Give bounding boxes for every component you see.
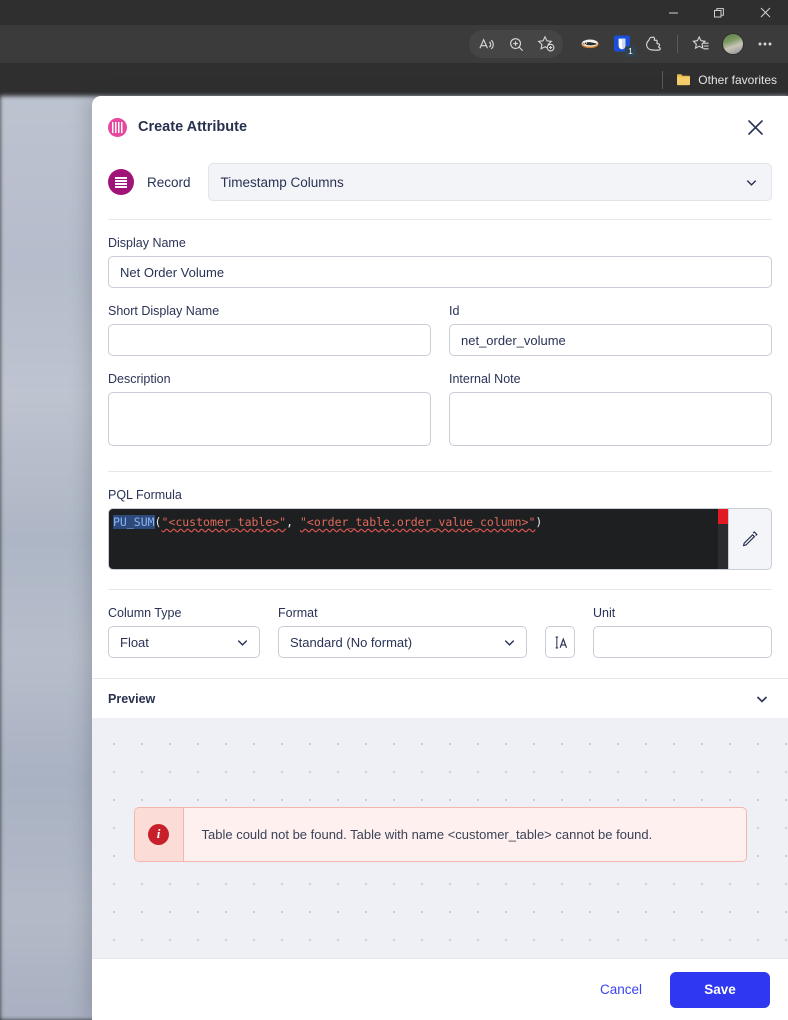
dialog-footer: Cancel Save (92, 958, 788, 1020)
browser-window: 1 Other favorites Create Attribute Recor… (0, 0, 788, 1020)
title-bar (0, 0, 788, 25)
dialog-title: Create Attribute (138, 119, 248, 135)
column-type-label: Column Type (108, 606, 182, 620)
error-message: Table could not be found. Table with nam… (201, 826, 653, 842)
close-button[interactable] (742, 0, 788, 25)
pql-token-comma: , (286, 515, 300, 529)
folder-icon (677, 74, 691, 86)
pql-formula-editor[interactable]: PU_SUM("<customer_table>", "<order_table… (108, 508, 728, 570)
short-display-name-input[interactable] (108, 324, 431, 356)
browser-essentials-icon[interactable] (639, 30, 669, 58)
edit-formula-button[interactable] (728, 508, 772, 570)
dialog-body: Create Attribute Record Timestamp Column… (92, 96, 788, 958)
column-type-group: Column Type Float (108, 590, 260, 658)
editor-scrollbar[interactable] (718, 509, 728, 569)
internal-note-textarea[interactable] (449, 392, 772, 446)
format-select[interactable]: Standard (No format) (278, 626, 527, 658)
browser-toolbar: 1 (0, 25, 788, 63)
preview-error-card: i Table could not be found. Table with n… (133, 806, 747, 862)
toolbar-divider (677, 35, 678, 53)
save-button[interactable]: Save (670, 971, 770, 1008)
pql-code-line: PU_SUM("<customer_table>", "<order_table… (109, 509, 728, 531)
column-type-select[interactable]: Float (108, 626, 260, 658)
display-name-label: Display Name (108, 236, 186, 250)
close-dialog-button[interactable] (740, 112, 770, 142)
zoom-icon[interactable] (501, 30, 531, 58)
favorites-icon[interactable] (686, 30, 716, 58)
attribute-form: Display Name Short Display Name Id Descr… (92, 220, 788, 658)
description-textarea[interactable] (108, 392, 431, 446)
short-display-name-label: Short Display Name (108, 304, 220, 318)
close-icon (747, 119, 763, 135)
unit-input[interactable] (593, 626, 772, 658)
preview-section-header[interactable]: Preview (92, 678, 788, 718)
pql-token-function: PU_SUM (113, 515, 155, 529)
unit-label: Unit (593, 606, 616, 620)
preview-label: Preview (108, 691, 156, 706)
pql-token-arg2: "<order_table.order_value_column>" (299, 515, 536, 529)
id-label: Id (449, 304, 460, 318)
record-row: Record Timestamp Columns (92, 146, 788, 201)
text-format-button[interactable] (545, 626, 575, 658)
profile-avatar[interactable] (718, 30, 748, 58)
editor-error-marker[interactable] (718, 509, 728, 524)
attribute-icon (108, 117, 127, 137)
settings-and-more-icon[interactable] (750, 30, 780, 58)
name-id-row: Short Display Name Id (108, 288, 772, 356)
favorites-divider (662, 70, 664, 89)
other-favorites-label: Other favorites (698, 72, 777, 87)
record-select[interactable]: Timestamp Columns (207, 163, 772, 201)
display-name-input[interactable] (108, 256, 772, 288)
add-favorite-icon[interactable] (531, 30, 561, 58)
read-aloud-icon[interactable] (471, 30, 501, 58)
cancel-button[interactable]: Cancel (590, 974, 652, 1005)
pql-formula-label: PQL Formula (108, 488, 182, 502)
formula-divider (108, 471, 772, 472)
format-group: Format Standard (No format) (278, 590, 527, 658)
chevron-down-icon (237, 639, 248, 646)
extension-blue-icon[interactable]: 1 (607, 30, 637, 58)
extension-badge-count: 1 (625, 46, 636, 57)
chevron-down-icon (756, 695, 768, 703)
pql-token-close-paren: ) (535, 515, 543, 529)
other-favorites-folder[interactable]: Other favorites (671, 70, 782, 90)
internal-note-label: Internal Note (449, 372, 521, 386)
format-label: Format (278, 606, 318, 620)
description-note-row: Description Internal Note (108, 356, 772, 451)
text-cursor-icon (555, 636, 567, 648)
pql-editor-wrapper: PU_SUM("<customer_table>", "<order_table… (108, 508, 772, 570)
chevron-down-icon (746, 179, 757, 186)
format-value: Standard (No format) (290, 634, 413, 650)
info-error-icon: i (148, 823, 169, 845)
unit-group: Unit (593, 590, 772, 658)
column-type-value: Float (120, 634, 149, 650)
create-attribute-dialog: Create Attribute Record Timestamp Column… (92, 96, 788, 1020)
id-input[interactable] (449, 324, 772, 356)
extension-badger-icon[interactable] (575, 30, 605, 58)
preview-area: i Table could not be found. Table with n… (92, 718, 788, 958)
description-label: Description (108, 372, 171, 386)
restore-button[interactable] (696, 0, 742, 25)
record-icon (108, 169, 134, 195)
error-icon-cell: i (134, 807, 184, 861)
record-label: Record (147, 174, 191, 190)
record-select-value: Timestamp Columns (220, 174, 344, 190)
minimize-button[interactable] (650, 0, 696, 25)
type-format-unit-row: Column Type Float Format Standard (No fo… (108, 590, 772, 658)
dialog-header: Create Attribute (92, 96, 788, 146)
pencil-icon (742, 531, 758, 547)
pql-token-arg1: "<customer_table>" (161, 515, 287, 529)
toolbar-pill-group (469, 30, 563, 58)
chevron-down-icon (504, 639, 515, 646)
avatar (722, 33, 744, 55)
favorites-bar: Other favorites (0, 63, 788, 96)
